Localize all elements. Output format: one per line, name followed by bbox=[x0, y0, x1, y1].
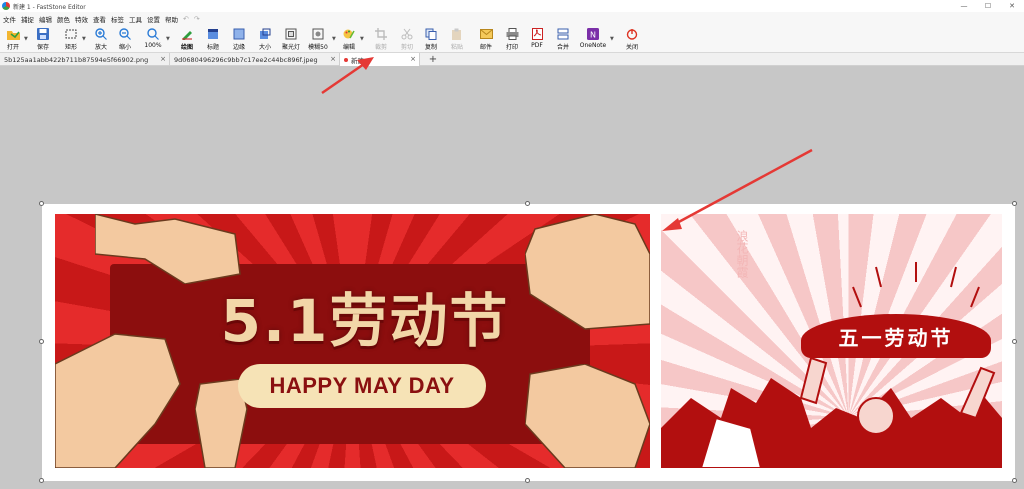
annotation-arrows bbox=[321, 57, 813, 231]
arrow-to-image bbox=[662, 148, 813, 231]
arrow-to-tab bbox=[321, 57, 374, 95]
